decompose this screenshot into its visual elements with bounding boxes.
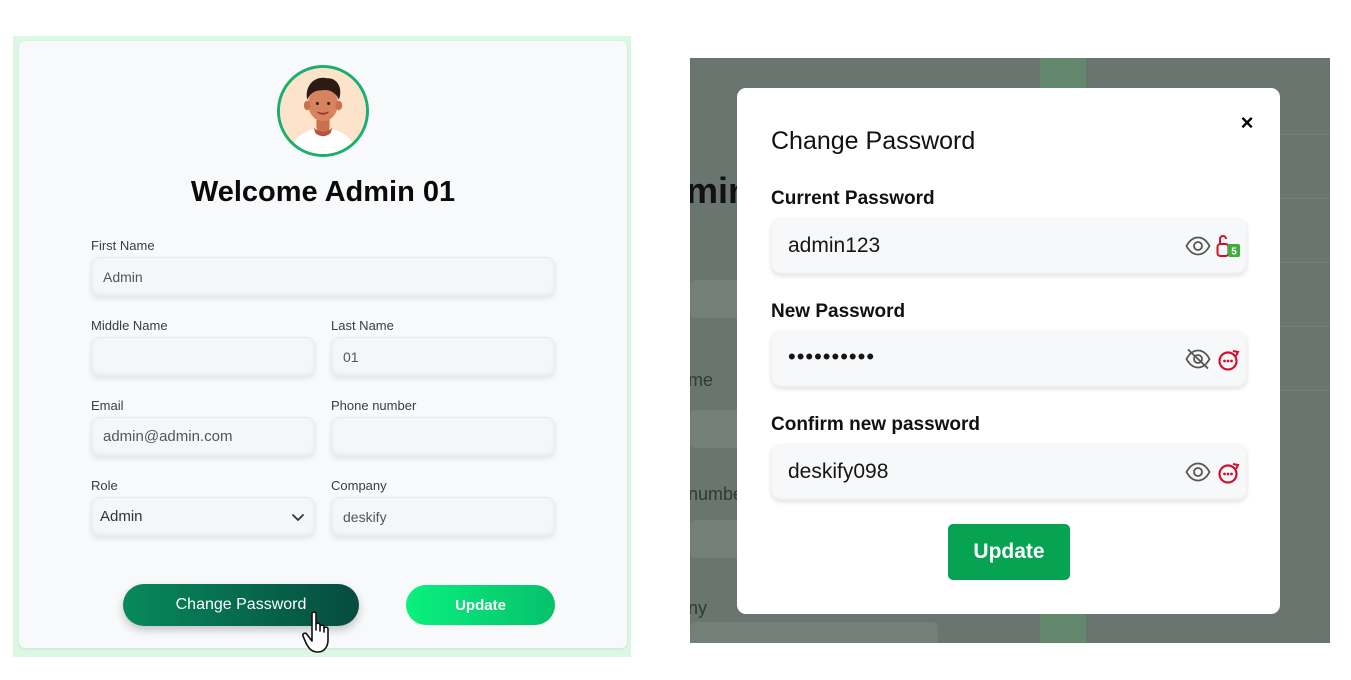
last-name-label: Last Name: [331, 318, 394, 333]
role-label: Role: [91, 478, 118, 493]
current-password-value: admin123: [788, 234, 881, 257]
first-name-label: First Name: [91, 238, 155, 253]
hand-pointer-cursor: [302, 611, 329, 653]
company-field[interactable]: deskify: [331, 497, 555, 537]
role-select[interactable]: Admin: [91, 497, 315, 537]
password-extension-icon[interactable]: 5: [1216, 233, 1242, 259]
current-password-label: Current Password: [771, 188, 935, 209]
change-password-modal: Change Password × Current Password admin…: [737, 88, 1280, 614]
confirm-password-value: deskify098: [788, 460, 889, 483]
email-label: Email: [91, 398, 124, 413]
new-password-value: ••••••••••: [788, 344, 876, 369]
company-label: Company: [331, 478, 387, 493]
middle-name-field[interactable]: [91, 337, 315, 377]
eye-icon[interactable]: [1185, 461, 1211, 483]
modal-title: Change Password: [771, 127, 976, 155]
profile-panel-outer: Welcome Admin 01 First Name Admin Middle…: [13, 36, 631, 657]
confirm-password-label: Confirm new password: [771, 414, 981, 435]
first-name-field[interactable]: Admin: [91, 257, 555, 297]
phone-label: Phone number: [331, 398, 417, 413]
update-password-button[interactable]: Update: [948, 524, 1070, 580]
profile-card: Welcome Admin 01 First Name Admin Middle…: [19, 41, 627, 653]
chevron-down-icon: [292, 514, 304, 521]
close-icon[interactable]: ×: [1237, 112, 1257, 134]
new-password-field[interactable]: ••••••••••: [771, 331, 1247, 387]
password-extension-icon[interactable]: [1216, 459, 1242, 485]
backdrop-field: [690, 622, 938, 643]
email-field[interactable]: admin@admin.com: [91, 417, 315, 457]
backdrop-label-fragment: numbe: [690, 484, 744, 504]
last-name-field[interactable]: 01: [331, 337, 555, 377]
phone-field[interactable]: [331, 417, 555, 457]
new-password-label: New Password: [771, 301, 906, 322]
welcome-heading: Welcome Admin 01: [190, 176, 456, 208]
update-profile-button[interactable]: Update: [406, 585, 555, 625]
eye-icon[interactable]: [1185, 235, 1211, 257]
user-avatar: [277, 65, 369, 157]
backdrop-label-fragment: me: [690, 370, 714, 390]
confirm-password-field[interactable]: deskify098: [771, 444, 1247, 500]
eye-slash-icon[interactable]: [1185, 348, 1211, 370]
svg-text:5: 5: [1231, 247, 1237, 258]
middle-name-label: Middle Name: [91, 318, 168, 333]
current-password-field[interactable]: admin123 5: [771, 218, 1247, 274]
role-selected-value: Admin: [100, 508, 143, 525]
backdrop-label-fragment: ny: [690, 598, 708, 618]
password-extension-icon[interactable]: [1216, 346, 1242, 372]
